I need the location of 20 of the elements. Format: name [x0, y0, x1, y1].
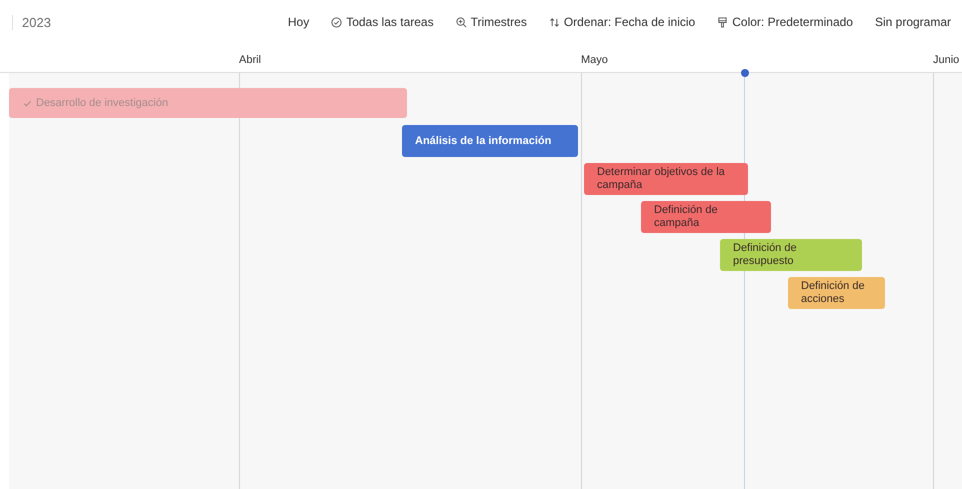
check-circle-icon: [331, 16, 342, 28]
task-bar[interactable]: Definición de acciones: [788, 277, 885, 309]
toolbar-button[interactable]: Sin programar: [866, 11, 960, 33]
month-label: Junio: [933, 54, 960, 66]
task-bar[interactable]: Definición de presupuesto: [720, 239, 862, 271]
check-icon: [23, 98, 32, 108]
toolbar-button[interactable]: Todas las tareas: [322, 11, 443, 33]
toolbar-button[interactable]: Hoy: [278, 11, 318, 33]
toolbar-button[interactable]: Ordenar: Fecha de inicio: [540, 11, 704, 33]
sort-icon: [548, 16, 560, 28]
paint-brush-icon: [717, 16, 728, 28]
month-label: Mayo: [581, 54, 608, 66]
toolbar-button[interactable]: Color: Predeterminado: [708, 11, 862, 33]
zoom-in-icon: [456, 16, 467, 28]
month-label: Abril: [239, 54, 262, 66]
year-label: 2023: [12, 14, 51, 30]
task-bar[interactable]: Determinar objetivos de la campaña: [584, 163, 748, 195]
task-bar[interactable]: Análisis de la información: [402, 125, 578, 157]
toolbar-button[interactable]: Trimestres: [446, 11, 536, 33]
task-bar[interactable]: Definición de campaña: [641, 201, 771, 233]
